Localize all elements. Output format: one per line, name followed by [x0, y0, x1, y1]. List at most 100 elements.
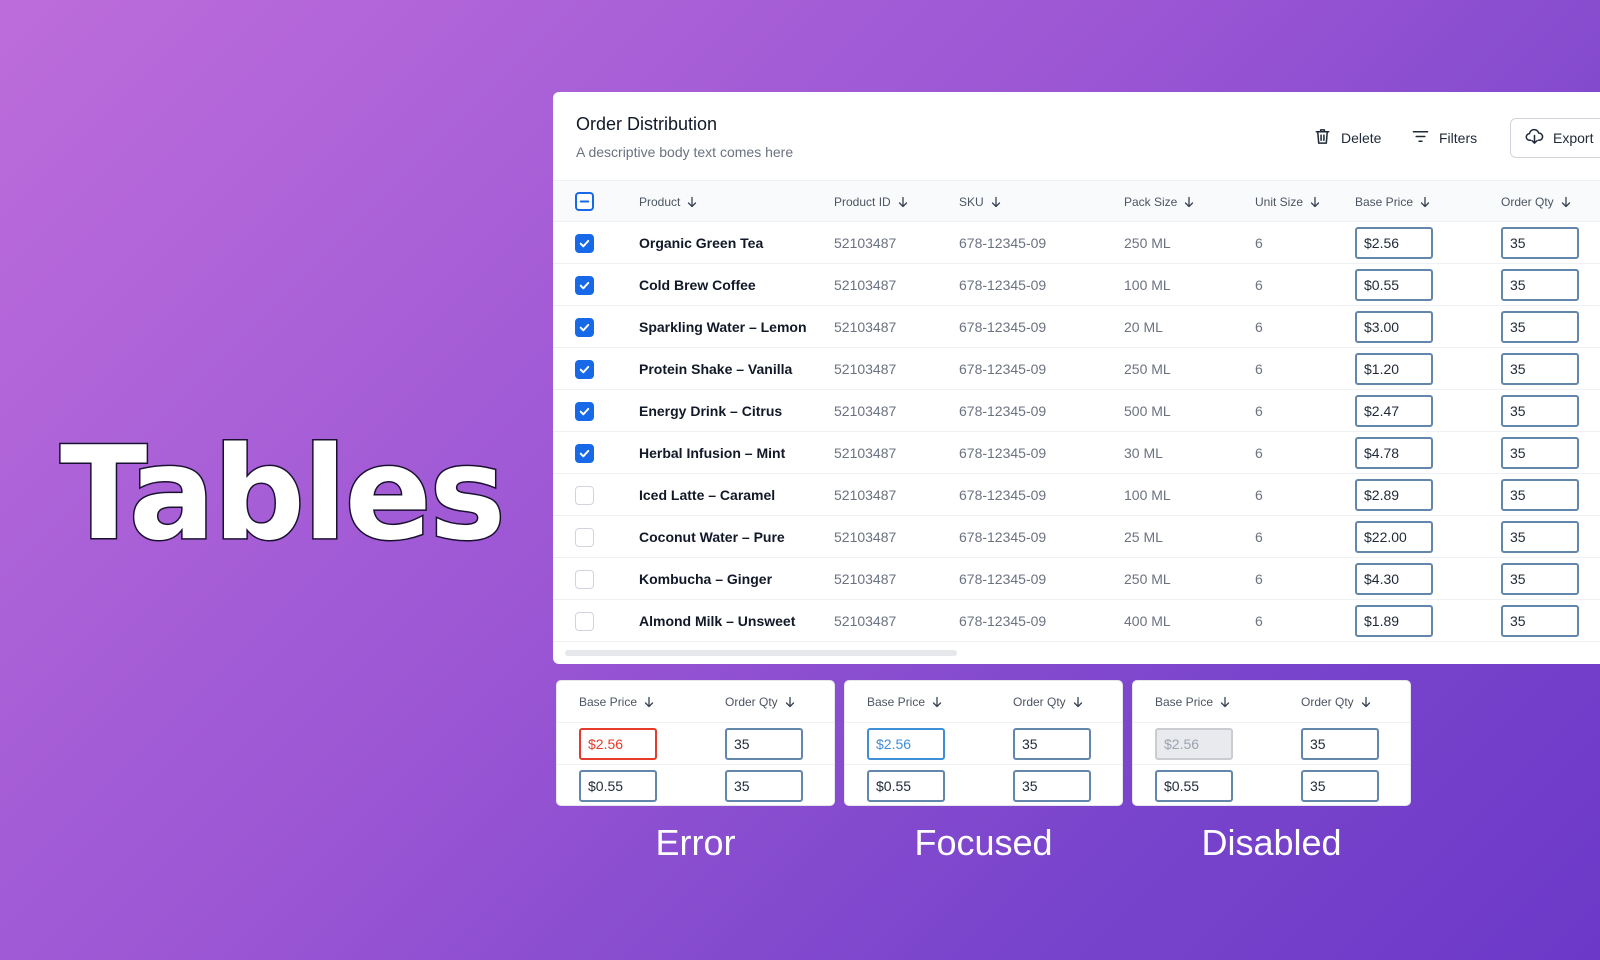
row-checkbox[interactable]	[575, 570, 594, 589]
th-order-qty[interactable]: Order Qty	[1501, 181, 1572, 223]
th-order-qty[interactable]: Order Qty	[725, 681, 796, 723]
order-qty-input[interactable]: 35	[725, 770, 803, 802]
row-checkbox[interactable]	[575, 612, 594, 631]
base-price-input[interactable]: $4.78	[1355, 437, 1433, 469]
th-order-qty-label: Order Qty	[1013, 695, 1066, 709]
cell-unit-size: 6	[1255, 277, 1263, 293]
order-qty-input[interactable]: 35	[1501, 479, 1579, 511]
arrow-down-icon	[931, 696, 943, 708]
row-checkbox[interactable]	[575, 360, 594, 379]
export-button[interactable]: Export	[1510, 118, 1600, 158]
th-order-qty[interactable]: Order Qty	[1013, 681, 1084, 723]
arrow-down-icon	[898, 196, 907, 208]
base-price-input[interactable]: $2.56	[1355, 227, 1433, 259]
order-qty-input[interactable]: 35	[1501, 269, 1579, 301]
base-price-input[interactable]: $4.30	[1355, 563, 1433, 595]
row-checkbox[interactable]	[575, 234, 594, 253]
order-qty-input[interactable]: 35	[1013, 728, 1091, 760]
panel-row: $0.55 35	[557, 765, 834, 805]
delete-label: Delete	[1341, 130, 1382, 146]
filters-button[interactable]: Filters	[1411, 118, 1477, 158]
cell-product-id: 52103487	[834, 319, 897, 335]
panel-row: $0.55 35	[1133, 765, 1410, 805]
base-price-input-error[interactable]: $2.56	[579, 728, 657, 760]
cell-pack-size: 500 ML	[1124, 403, 1171, 419]
order-qty-input[interactable]: 35	[1013, 770, 1091, 802]
order-qty-input[interactable]: 35	[1501, 395, 1579, 427]
order-distribution-card: Order Distribution A descriptive body te…	[553, 92, 1600, 664]
th-product-id-label: Product ID	[834, 195, 891, 209]
cell-sku: 678-12345-09	[959, 487, 1047, 503]
cell-pack-size: 100 ML	[1124, 487, 1171, 503]
order-qty-input[interactable]: 35	[1301, 770, 1379, 802]
th-sku[interactable]: SKU	[959, 181, 1002, 223]
minus-icon	[579, 200, 590, 203]
cell-product-id: 52103487	[834, 403, 897, 419]
cell-sku: 678-12345-09	[959, 277, 1047, 293]
row-checkbox[interactable]	[575, 444, 594, 463]
th-pack-size-label: Pack Size	[1124, 195, 1178, 209]
base-price-input[interactable]: $2.89	[1355, 479, 1433, 511]
base-price-input[interactable]: $1.20	[1355, 353, 1433, 385]
cell-unit-size: 6	[1255, 361, 1263, 377]
order-qty-input[interactable]: 35	[1501, 563, 1579, 595]
row-checkbox[interactable]	[575, 318, 594, 337]
th-unit-size[interactable]: Unit Size	[1255, 181, 1321, 223]
export-label: Export	[1553, 130, 1594, 146]
th-pack-size[interactable]: Pack Size	[1124, 181, 1195, 223]
cell-pack-size: 250 ML	[1124, 571, 1171, 587]
row-checkbox[interactable]	[575, 486, 594, 505]
th-base-price[interactable]: Base Price	[1155, 681, 1231, 723]
order-qty-input[interactable]: 35	[725, 728, 803, 760]
order-qty-input[interactable]: 35	[1501, 605, 1579, 637]
base-price-input-default[interactable]: $0.55	[1155, 770, 1233, 802]
th-base-price[interactable]: Base Price	[867, 681, 943, 723]
horizontal-scrollbar[interactable]	[565, 650, 957, 656]
order-qty-input[interactable]: 35	[1501, 311, 1579, 343]
delete-button[interactable]: Delete	[1313, 118, 1381, 158]
base-price-input[interactable]: $22.00	[1355, 521, 1433, 553]
base-price-input[interactable]: $1.89	[1355, 605, 1433, 637]
th-product[interactable]: Product	[639, 181, 698, 223]
cell-unit-size: 6	[1255, 403, 1263, 419]
table-row: Sparkling Water – Lemon 52103487 678-12345…	[553, 306, 1600, 348]
panel-row: $2.56 35	[845, 723, 1122, 765]
th-order-qty[interactable]: Order Qty	[1301, 681, 1372, 723]
cell-product: Energy Drink – Citrus	[639, 403, 783, 419]
base-price-input-default[interactable]: $0.55	[867, 770, 945, 802]
row-checkbox[interactable]	[575, 402, 594, 421]
cell-pack-size: 25 ML	[1124, 529, 1163, 545]
cell-unit-size: 6	[1255, 445, 1263, 461]
row-checkbox[interactable]	[575, 276, 594, 295]
select-all-checkbox[interactable]	[575, 192, 594, 211]
order-qty-input[interactable]: 35	[1301, 728, 1379, 760]
cell-sku: 678-12345-09	[959, 445, 1047, 461]
cell-product: Protein Shake – Vanilla	[639, 361, 793, 377]
order-qty-input[interactable]: 35	[1501, 521, 1579, 553]
order-qty-input[interactable]: 35	[1501, 227, 1579, 259]
cell-unit-size: 6	[1255, 487, 1263, 503]
base-price-input[interactable]: $0.55	[1355, 269, 1433, 301]
table-row: Energy Drink – Citrus 52103487 678-12345-0…	[553, 390, 1600, 432]
row-checkbox[interactable]	[575, 528, 594, 547]
arrow-down-icon	[1219, 696, 1231, 708]
order-qty-input[interactable]: 35	[1501, 437, 1579, 469]
cell-pack-size: 400 ML	[1124, 613, 1171, 629]
base-price-input[interactable]: $2.47	[1355, 395, 1433, 427]
th-base-price[interactable]: Base Price	[579, 681, 655, 723]
arrow-down-icon	[991, 196, 1000, 208]
cell-pack-size: 20 ML	[1124, 319, 1163, 335]
th-base-price[interactable]: Base Price	[1355, 181, 1431, 223]
cell-unit-size: 6	[1255, 613, 1263, 629]
th-product-id[interactable]: Product ID	[834, 181, 909, 223]
order-qty-input[interactable]: 35	[1501, 353, 1579, 385]
cell-product: Kombucha – Ginger	[639, 571, 773, 587]
th-product-label: Product	[639, 195, 681, 209]
th-sku-label: SKU	[959, 195, 984, 209]
base-price-input-focused[interactable]: $2.56	[867, 728, 945, 760]
th-base-price-label: Base Price	[1355, 195, 1414, 209]
card-header: Order Distribution A descriptive body te…	[553, 92, 1600, 180]
th-order-qty-label: Order Qty	[725, 695, 778, 709]
base-price-input-default[interactable]: $0.55	[579, 770, 657, 802]
base-price-input[interactable]: $3.00	[1355, 311, 1433, 343]
